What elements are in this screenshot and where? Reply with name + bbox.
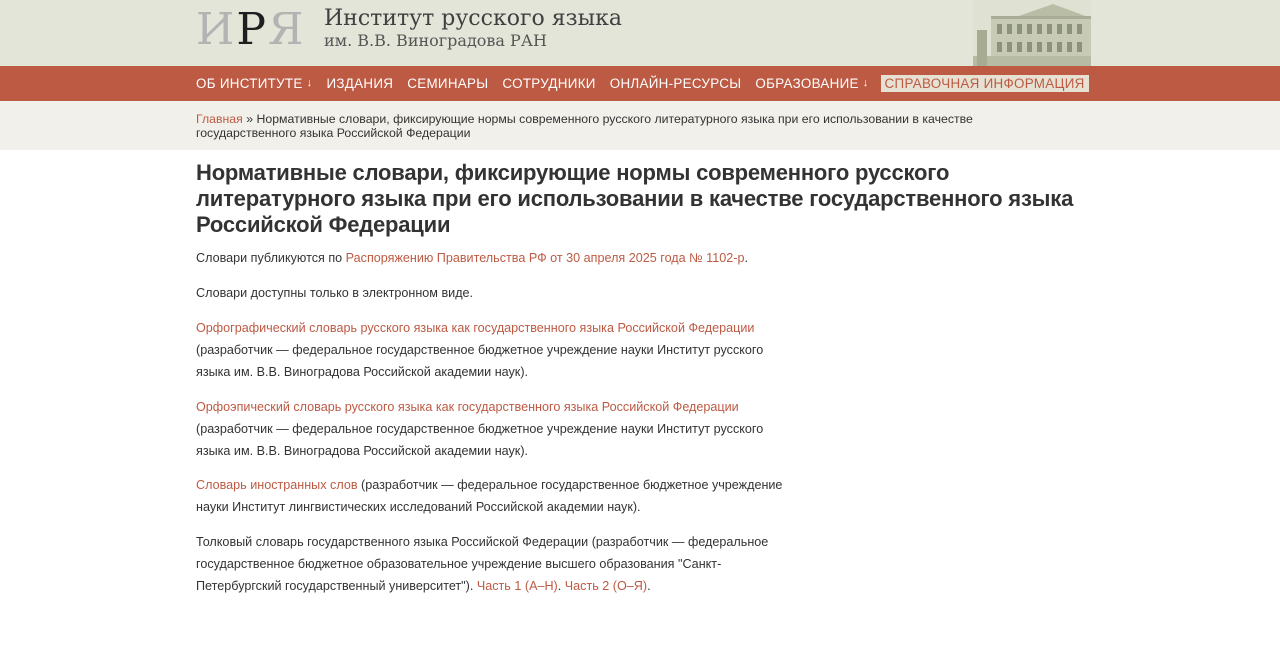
breadcrumb-home-link[interactable]: Главная [196,112,243,126]
breadcrumb-current: Нормативные словари, фиксирующие нормы с… [196,112,973,140]
building-illustration [973,0,1091,66]
breadcrumb: Главная » Нормативные словари, фиксирующ… [196,112,1056,140]
nav-label: Об институте [196,76,303,91]
electronic-note: Словари доступны только в электронном ви… [196,286,474,300]
page-content: Нормативные словари, фиксирующие нормы с… [196,160,1096,238]
foreign-words-dictionary-link[interactable]: Словарь иностранных слов [196,478,358,492]
header-inner: ИРЯ Институт русского языка им. В.В. Вин… [196,0,1091,66]
breadcrumb-separator: » [242,112,257,126]
paragraph-end: . [647,579,651,593]
nav-item-education[interactable]: Образование ↓ [755,76,868,91]
link-separator: . [557,579,565,593]
dictionary-item-orthographic: Орфографический словарь русского языка к… [196,317,796,383]
nav-label: Семинары [407,76,489,91]
site-header: ИРЯ Институт русского языка им. В.В. Вин… [0,0,1280,66]
main-nav: Об институте ↓ Издания Семинары Сотрудник… [0,66,1280,101]
nav-items: Об институте ↓ Издания Семинары Сотрудник… [196,66,1103,101]
intro-paragraph: Словари публикуются по Распоряжению Прав… [196,247,796,269]
page-title: Нормативные словари, фиксирующие нормы с… [196,160,1074,237]
dictionary-description: (разработчик — федеральное государственн… [196,343,764,379]
dictionary-item-explanatory: Толковый словарь государственного языка … [196,531,796,597]
logo-letter: Р [236,4,268,55]
dictionary-description: (разработчик — федеральное государственн… [196,422,764,458]
building-image [973,0,1091,66]
nav-label: Справочная информация [884,76,1085,91]
nav-label: Образование [755,76,859,91]
site-subtitle: им. В.В. Виноградова РАН [324,31,547,50]
logo-letter: Я [267,4,306,55]
intro-text: Словари публикуются по [196,251,346,265]
part-1-link[interactable]: Часть 1 (А–Н) [477,579,558,593]
orthoepic-dictionary-link[interactable]: Орфоэпический словарь русского языка как… [196,400,739,414]
nav-item-staff[interactable]: Сотрудники [502,76,595,91]
dictionary-item-foreign-words: Словарь иностранных слов (разработчик — … [196,474,796,518]
nav-label: Онлайн-ресурсы [609,76,742,91]
dictionary-item-orthoepic: Орфоэпический словарь русского языка как… [196,396,796,462]
site-logo[interactable]: ИРЯ [196,6,306,54]
nav-item-reference-info[interactable]: Справочная информация [880,75,1089,92]
government-order-link[interactable]: Распоряжению Правительства РФ от 30 апре… [346,251,745,265]
arrow-down-icon: ↓ [306,77,313,89]
arrow-down-icon: ↓ [862,77,869,89]
nav-label: Сотрудники [502,76,596,91]
logo-letter: И [196,4,237,55]
part-2-link[interactable]: Часть 2 (О–Я) [565,579,647,593]
nav-item-publications[interactable]: Издания [326,76,393,91]
nav-item-online-resources[interactable]: Онлайн-ресурсы [610,76,742,91]
orthographic-dictionary-link[interactable]: Орфографический словарь русского языка к… [196,321,754,335]
nav-label: Издания [326,76,394,91]
intro-end: . [744,251,748,265]
nav-item-about[interactable]: Об институте ↓ [196,76,312,91]
site-title[interactable]: Институт русского языка [324,6,622,32]
nav-item-seminars[interactable]: Семинары [407,76,488,91]
breadcrumb-bar: Главная » Нормативные словари, фиксирующ… [0,101,1280,150]
